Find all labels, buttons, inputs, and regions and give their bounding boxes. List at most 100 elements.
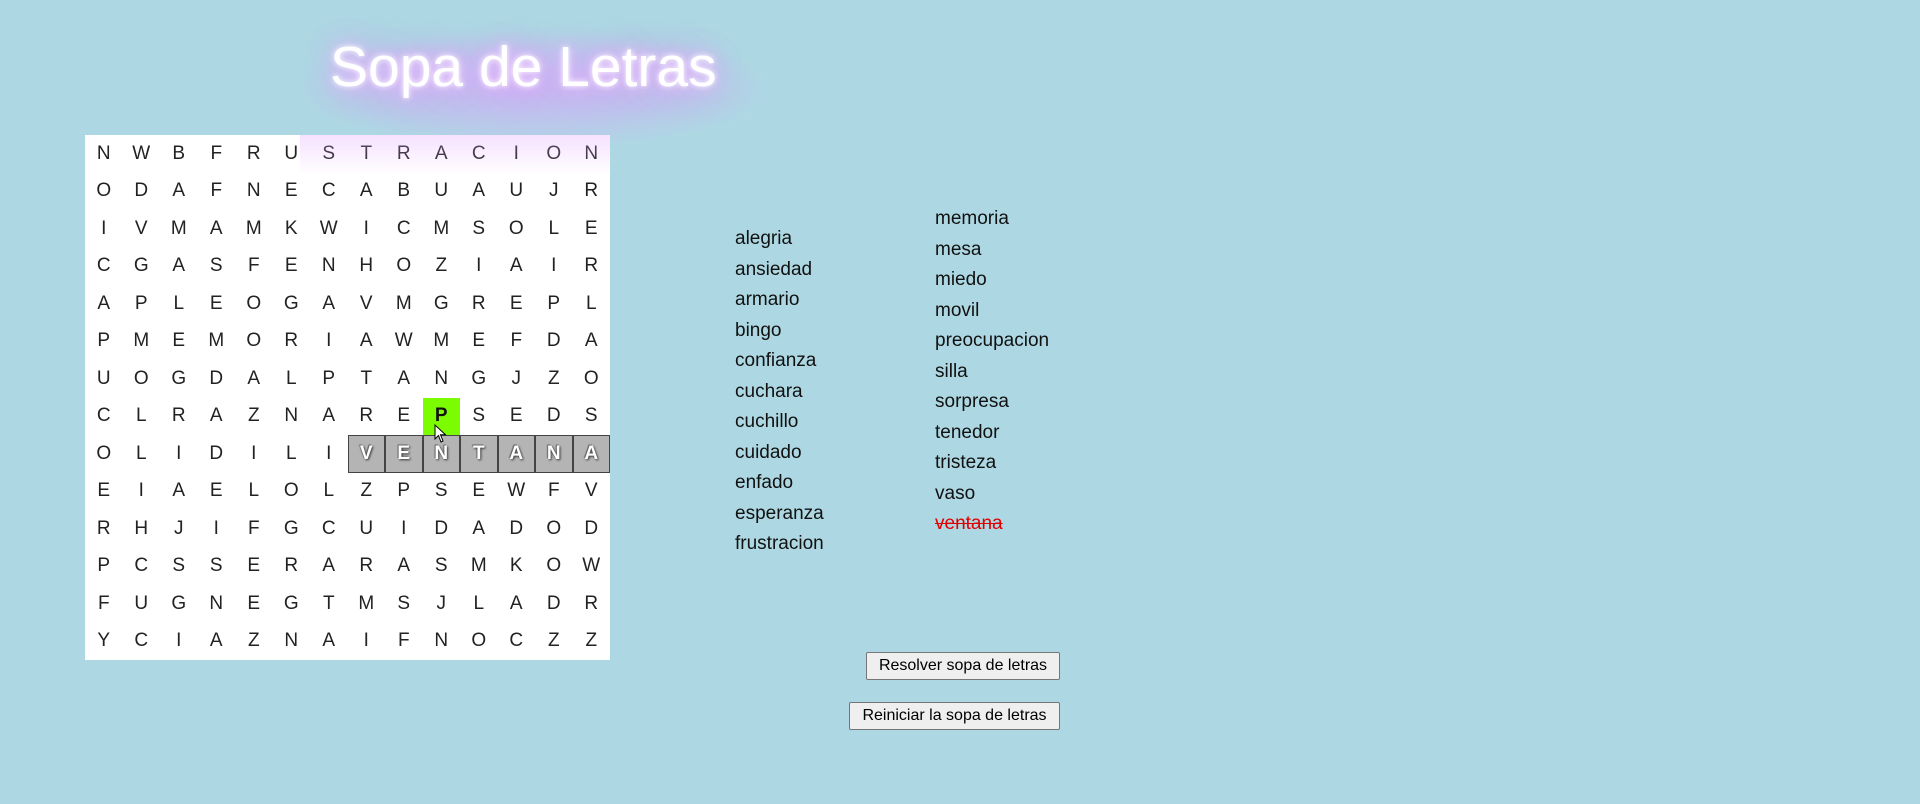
grid-cell[interactable]: Z [535,360,573,398]
grid-cell[interactable]: A [198,623,236,661]
grid-cell[interactable]: N [85,135,123,173]
grid-cell[interactable]: K [498,548,536,586]
grid-cell[interactable]: I [460,248,498,286]
grid-cell[interactable]: N [198,585,236,623]
grid-cell[interactable]: U [273,135,311,173]
grid-cell[interactable]: O [460,623,498,661]
grid-cell[interactable]: M [385,285,423,323]
grid-cell[interactable]: I [310,435,348,473]
grid-cell[interactable]: M [160,210,198,248]
grid-cell[interactable]: Z [423,248,461,286]
grid-cell[interactable]: A [235,360,273,398]
grid-cell[interactable]: R [160,398,198,436]
grid-cell[interactable]: I [160,623,198,661]
grid-cell[interactable]: L [535,210,573,248]
grid-cell[interactable]: I [348,623,386,661]
grid-cell[interactable]: E [273,248,311,286]
grid-cell[interactable]: U [123,585,161,623]
grid-cell[interactable]: A [423,135,461,173]
grid-cell[interactable]: C [310,173,348,211]
grid-cell[interactable]: D [535,323,573,361]
grid-cell[interactable]: A [348,323,386,361]
grid-cell[interactable]: G [273,285,311,323]
grid-cell[interactable]: G [423,285,461,323]
grid-cell[interactable]: F [535,473,573,511]
grid-cell[interactable]: D [498,510,536,548]
grid-cell[interactable]: D [535,398,573,436]
reset-button[interactable]: Reiniciar la sopa de letras [849,702,1060,730]
grid-cell[interactable]: E [85,473,123,511]
grid-cell[interactable]: G [160,585,198,623]
grid-cell[interactable]: M [423,323,461,361]
grid-cell[interactable]: H [348,248,386,286]
grid-cell[interactable]: E [573,210,611,248]
grid-cell[interactable]: M [198,323,236,361]
grid-cell[interactable]: G [123,248,161,286]
grid-cell[interactable]: T [310,585,348,623]
grid-cell[interactable]: I [198,510,236,548]
grid-cell[interactable]: C [85,248,123,286]
grid-cell[interactable]: G [160,360,198,398]
grid-cell[interactable]: T [348,135,386,173]
grid-cell[interactable]: P [310,360,348,398]
grid-cell[interactable]: E [385,435,423,473]
grid-cell[interactable]: E [235,585,273,623]
grid-cell[interactable]: O [85,173,123,211]
grid-cell[interactable]: N [535,435,573,473]
grid-cell[interactable]: I [235,435,273,473]
grid-cell[interactable]: L [123,398,161,436]
grid-cell[interactable]: C [123,623,161,661]
grid-cell[interactable]: E [160,323,198,361]
grid-cell[interactable]: O [235,285,273,323]
grid-cell[interactable]: E [498,285,536,323]
grid-cell[interactable]: F [498,323,536,361]
grid-cell[interactable]: N [423,360,461,398]
grid-cell[interactable]: O [273,473,311,511]
grid-cell[interactable]: N [573,135,611,173]
grid-cell[interactable]: S [160,548,198,586]
grid-cell[interactable]: L [460,585,498,623]
grid-cell[interactable]: F [235,248,273,286]
grid-cell[interactable]: A [573,323,611,361]
grid-cell[interactable]: P [422,397,460,435]
grid-cell[interactable]: R [273,323,311,361]
grid-cell[interactable]: Z [573,623,611,661]
grid-cell[interactable]: S [423,548,461,586]
grid-cell[interactable]: S [310,135,348,173]
grid-cell[interactable]: O [535,135,573,173]
grid-cell[interactable]: L [273,435,311,473]
grid-cell[interactable]: A [385,548,423,586]
grid-cell[interactable]: F [85,585,123,623]
grid-cell[interactable]: F [235,510,273,548]
grid-cell[interactable]: D [573,510,611,548]
grid-cell[interactable]: R [460,285,498,323]
grid-cell[interactable]: R [85,510,123,548]
grid-cell[interactable]: E [198,285,236,323]
grid-cell[interactable]: S [573,398,611,436]
grid-cell[interactable]: O [498,210,536,248]
grid-cell[interactable]: T [348,360,386,398]
grid-cell[interactable]: O [85,435,123,473]
grid-cell[interactable]: A [310,285,348,323]
grid-cell[interactable]: O [573,360,611,398]
grid-cell[interactable]: E [198,473,236,511]
grid-cell[interactable]: C [310,510,348,548]
grid-cell[interactable]: P [535,285,573,323]
grid-cell[interactable]: A [348,173,386,211]
grid-cell[interactable]: L [235,473,273,511]
grid-cell[interactable]: P [385,473,423,511]
grid-cell[interactable]: D [423,510,461,548]
grid-cell[interactable]: L [160,285,198,323]
grid-cell[interactable]: E [385,398,423,436]
grid-cell[interactable]: S [423,473,461,511]
grid-cell[interactable]: R [573,173,611,211]
word-search-grid[interactable]: NWBFRUSTRACIONODAFNECABUAUJRIVMAMKWICMSO… [85,135,610,660]
grid-cell[interactable]: I [385,510,423,548]
grid-cell[interactable]: W [573,548,611,586]
grid-cell[interactable]: O [385,248,423,286]
grid-cell[interactable]: D [123,173,161,211]
grid-cell[interactable]: A [310,623,348,661]
grid-cell[interactable]: C [498,623,536,661]
grid-cell[interactable]: M [123,323,161,361]
grid-cell[interactable]: R [273,548,311,586]
